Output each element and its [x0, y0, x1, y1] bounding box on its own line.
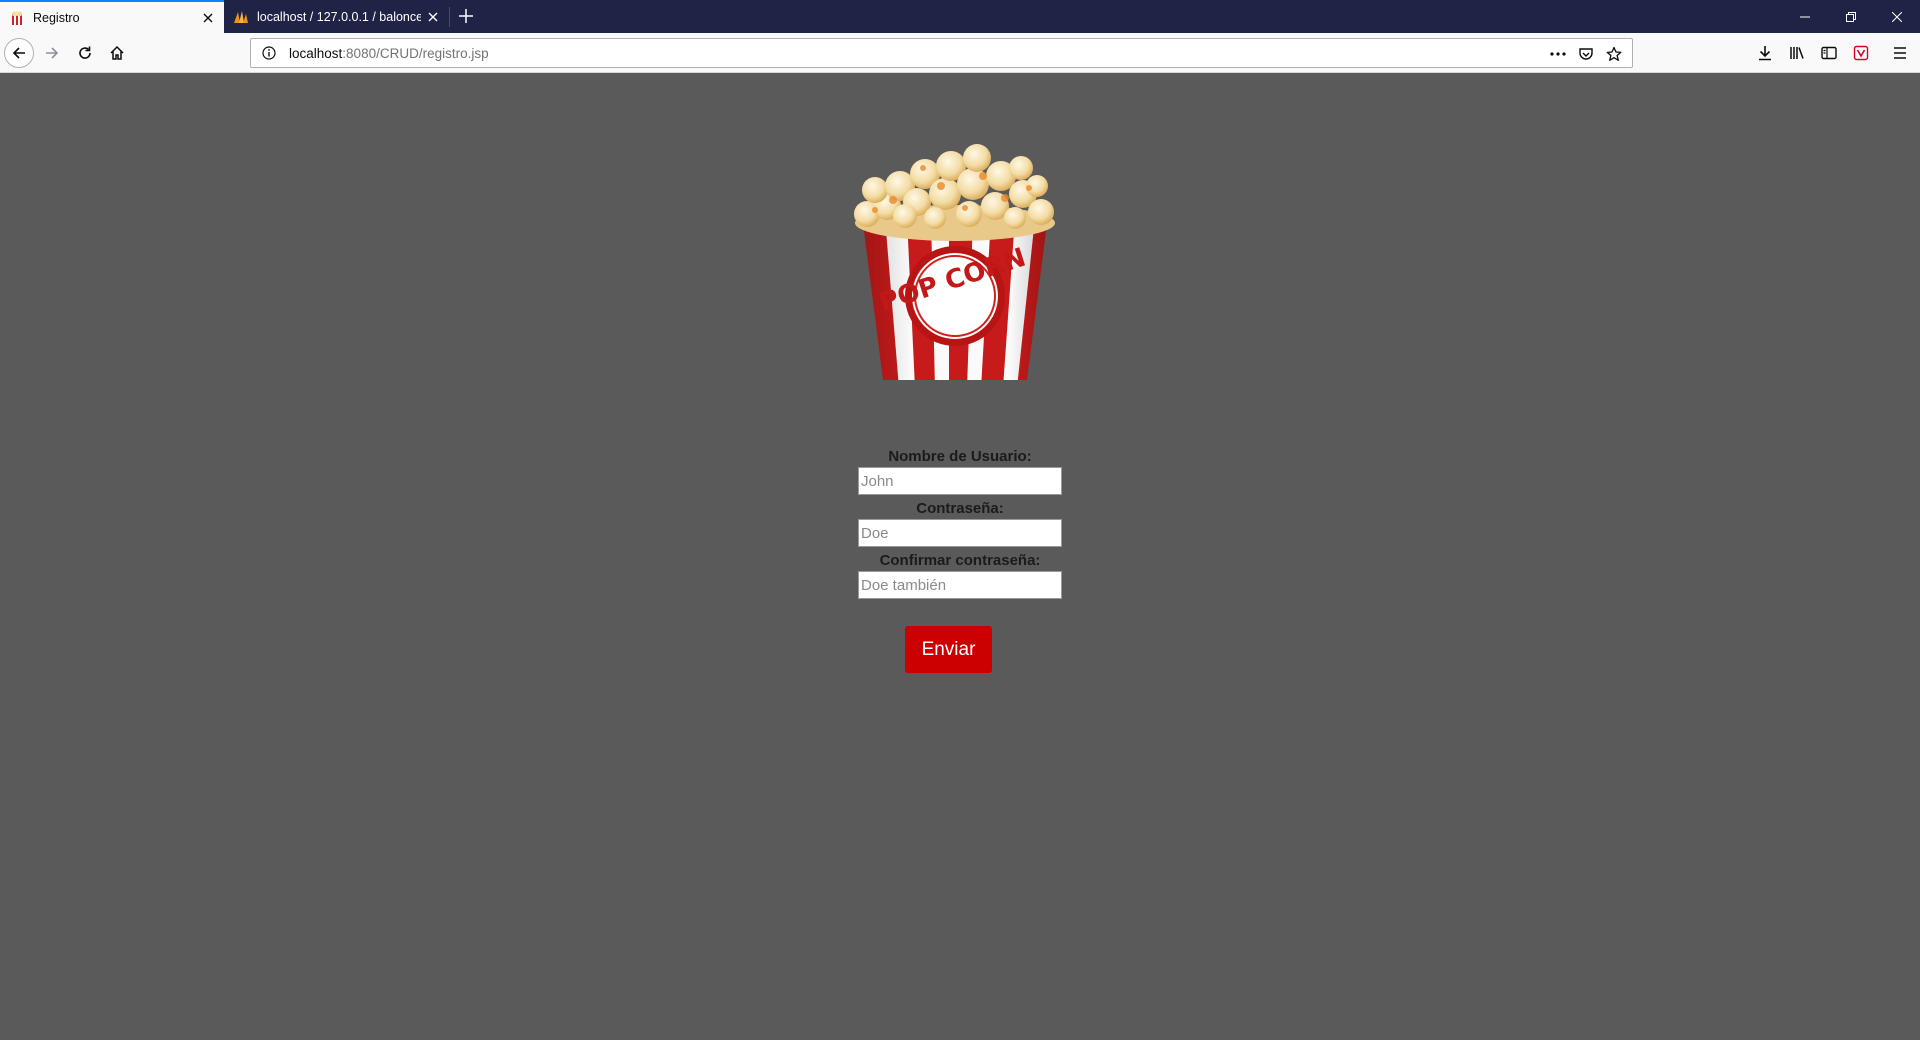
submit-button[interactable]: Enviar	[905, 626, 992, 673]
tab-strip: Registro localhost / 127.0.0.1 / balonce…	[0, 0, 1920, 33]
downloads-button[interactable]	[1750, 38, 1780, 68]
page-content: POP CORN Nombre de Usuario: John Contras…	[0, 73, 1920, 1040]
tab-separator	[449, 7, 450, 27]
star-icon[interactable]	[1602, 42, 1626, 66]
more-icon[interactable]	[1546, 42, 1570, 66]
forward-button[interactable]	[37, 38, 67, 68]
menu-icon	[1894, 47, 1906, 59]
minimize-button[interactable]	[1782, 0, 1828, 33]
close-tab-icon[interactable]	[421, 5, 445, 29]
pocket-icon[interactable]	[1574, 42, 1598, 66]
popcorn-logo-image: POP CORN	[854, 144, 1055, 380]
plus-icon	[459, 9, 473, 23]
restore-icon	[1846, 11, 1856, 22]
tab-registro[interactable]: Registro	[0, 0, 224, 33]
url-actions	[1546, 42, 1626, 66]
navigation-toolbar: localhost:8080/CRUD/registro.jsp	[0, 33, 1920, 73]
info-icon[interactable]	[259, 43, 279, 63]
password-label: Contraseña:	[916, 500, 1004, 517]
confirm-password-input[interactable]	[858, 571, 1062, 599]
minimize-icon	[1800, 16, 1810, 17]
close-tab-icon[interactable]	[196, 6, 220, 30]
extension-icon	[1853, 45, 1869, 61]
reload-button[interactable]	[70, 38, 100, 68]
username-label: Nombre de Usuario:	[888, 448, 1032, 465]
phpmyadmin-favicon-icon	[233, 9, 249, 25]
url-text[interactable]: localhost:8080/CRUD/registro.jsp	[289, 46, 489, 61]
sidebar-button[interactable]	[1814, 38, 1844, 68]
new-tab-button[interactable]	[452, 2, 480, 30]
registration-form: Nombre de Usuario: Contraseña: Confirmar…	[858, 443, 1062, 599]
forward-icon	[46, 47, 59, 59]
home-icon	[110, 45, 124, 60]
library-button[interactable]	[1782, 38, 1812, 68]
close-icon	[1892, 11, 1902, 22]
download-icon	[1759, 46, 1771, 61]
back-button[interactable]	[4, 38, 34, 68]
menu-button[interactable]	[1885, 38, 1915, 68]
popcorn-favicon-icon	[9, 10, 25, 26]
tab-phpmyadmin[interactable]: localhost / 127.0.0.1 / balonces	[224, 0, 449, 33]
back-icon	[12, 47, 25, 59]
library-icon	[1790, 47, 1804, 59]
sidebar-icon	[1821, 46, 1837, 60]
reload-icon	[79, 46, 91, 59]
tab-title: localhost / 127.0.0.1 / balonces	[257, 9, 421, 24]
password-input[interactable]	[858, 519, 1062, 547]
url-host: localhost	[289, 45, 343, 61]
home-button[interactable]	[102, 38, 132, 68]
confirm-password-label: Confirmar contraseña:	[879, 552, 1041, 569]
extension-button[interactable]	[1846, 38, 1876, 68]
tab-title: Registro	[33, 10, 80, 25]
url-path: :8080/CRUD/registro.jsp	[342, 45, 489, 61]
username-input[interactable]	[858, 467, 1062, 495]
url-bar[interactable]: localhost:8080/CRUD/registro.jsp	[250, 38, 1633, 68]
close-window-button[interactable]	[1874, 0, 1920, 33]
restore-button[interactable]	[1828, 0, 1874, 33]
